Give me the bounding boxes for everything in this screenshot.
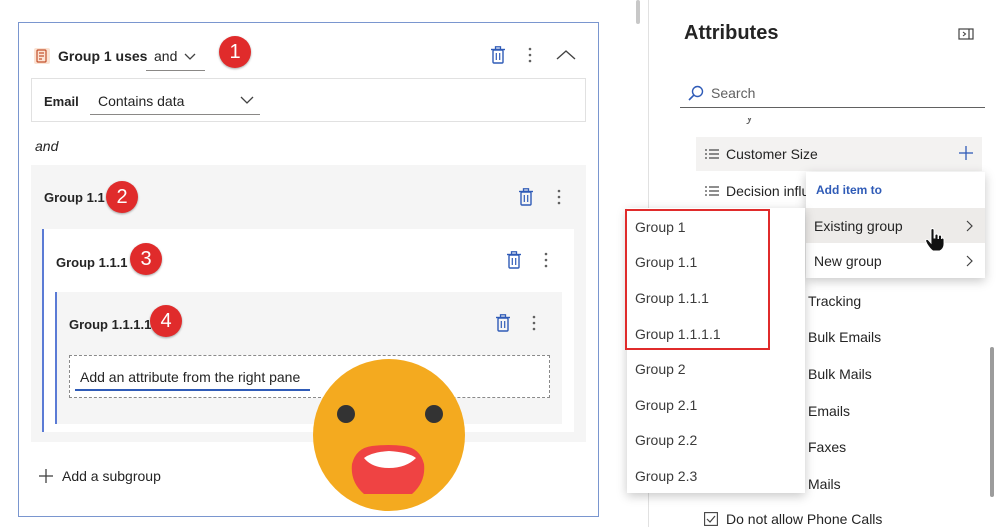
annotation-badge-3: 3 (130, 243, 162, 275)
collapse-pane-icon[interactable] (958, 27, 974, 46)
email-field-label: Email (44, 94, 79, 109)
group-option-2-1[interactable]: Group 2.1 (635, 397, 697, 413)
collapse-chevron-up-icon[interactable] (556, 48, 576, 66)
attribute-item-emails[interactable]: Emails (808, 403, 850, 419)
delete-group-1-1-1-trash-icon[interactable] (506, 251, 522, 269)
attributes-scrollbar[interactable] (990, 347, 994, 497)
list-icon (705, 149, 719, 159)
attribute-item-faxes[interactable]: Faxes (808, 439, 846, 455)
placeholder-underline (75, 389, 310, 391)
group-1-1-1-more-icon[interactable] (543, 252, 549, 268)
group-1-1-title: Group 1.1 (44, 190, 105, 205)
attributes-title: Attributes (684, 22, 779, 44)
attribute-label: Customer Size (726, 146, 818, 162)
add-attribute-plus-icon[interactable] (958, 145, 974, 161)
checkbox-icon (704, 512, 718, 526)
delete-group-1-1-1-1-trash-icon[interactable] (495, 314, 511, 332)
chevron-right-icon (966, 220, 973, 232)
group-1-1-more-icon[interactable] (556, 189, 562, 205)
attribute-item-tracking[interactable]: Tracking (808, 293, 861, 309)
group-1-title: Group 1 uses (58, 48, 148, 64)
attribute-item-bulk-emails[interactable]: Bulk Emails (808, 329, 881, 345)
email-operator-dropdown[interactable]: Contains data (90, 85, 260, 115)
annotation-badge-1: 1 (219, 36, 251, 68)
menu-item-label: Existing group (814, 217, 903, 234)
attribute-drop-zone[interactable]: Add an attribute from the right pane (69, 355, 550, 398)
group-1-1-1-1-title: Group 1.1.1.1 (69, 317, 152, 332)
attribute-item-do-not-allow-phone-calls[interactable]: Do not allow Phone Calls (704, 510, 964, 527)
attribute-item-bulk-mails[interactable]: Bulk Mails (808, 366, 872, 382)
group-1-operator-value: and (154, 48, 178, 64)
search-icon (688, 85, 704, 101)
menu-item-existing-group[interactable]: Existing group (806, 208, 985, 243)
menu-header: Add item to (816, 183, 882, 197)
chevron-down-icon (240, 96, 254, 104)
menu-item-new-group[interactable]: New group (806, 243, 985, 278)
group-option-2-3[interactable]: Group 2.3 (635, 468, 697, 484)
add-subgroup-button[interactable]: Add a subgroup (38, 468, 161, 484)
group-option-2[interactable]: Group 2 (635, 361, 686, 377)
highlight-frame (625, 209, 770, 350)
chevron-down-icon (184, 53, 196, 60)
shocked-face-emoji-icon (312, 358, 466, 517)
drop-zone-placeholder: Add an attribute from the right pane (80, 369, 301, 385)
email-condition-row: Email Contains data (31, 78, 586, 122)
clipped-list-item: y (746, 118, 786, 124)
search-placeholder: Search (711, 85, 756, 101)
attribute-label: Decision influ (726, 183, 810, 199)
annotation-badge-2: 2 (106, 181, 138, 213)
annotation-badge-4: 4 (150, 305, 182, 337)
group-1-1-1-1-more-icon[interactable] (531, 315, 537, 331)
group-1-operator-dropdown[interactable]: and (146, 41, 205, 71)
attribute-item-mails[interactable]: Mails (808, 476, 841, 492)
attribute-item-customer-size[interactable]: Customer Size (696, 137, 982, 171)
email-operator-value: Contains data (98, 93, 185, 109)
add-subgroup-label: Add a subgroup (62, 468, 161, 484)
attribute-label: Do not allow Phone Calls (726, 511, 883, 527)
group-1-1-1-title: Group 1.1.1 (56, 255, 128, 270)
plus-icon (39, 469, 53, 483)
delete-group-1-1-trash-icon[interactable] (518, 188, 534, 206)
menu-item-label: New group (814, 252, 882, 269)
add-item-to-menu: Add item to Existing group New group (806, 172, 985, 278)
and-connector-label: and (35, 138, 59, 154)
group-1-more-icon[interactable] (527, 47, 533, 63)
search-input[interactable]: Search (680, 79, 985, 108)
hand-pointer-cursor-icon (925, 228, 945, 257)
group-icon (32, 46, 52, 66)
list-icon (705, 186, 719, 196)
left-scrollbar[interactable] (636, 0, 640, 24)
group-option-2-2[interactable]: Group 2.2 (635, 432, 697, 448)
delete-group-1-trash-icon[interactable] (490, 46, 506, 64)
chevron-right-icon (966, 255, 973, 267)
segment-builder-panel: Group 1 uses and 1 Email Contains data a… (0, 0, 612, 527)
